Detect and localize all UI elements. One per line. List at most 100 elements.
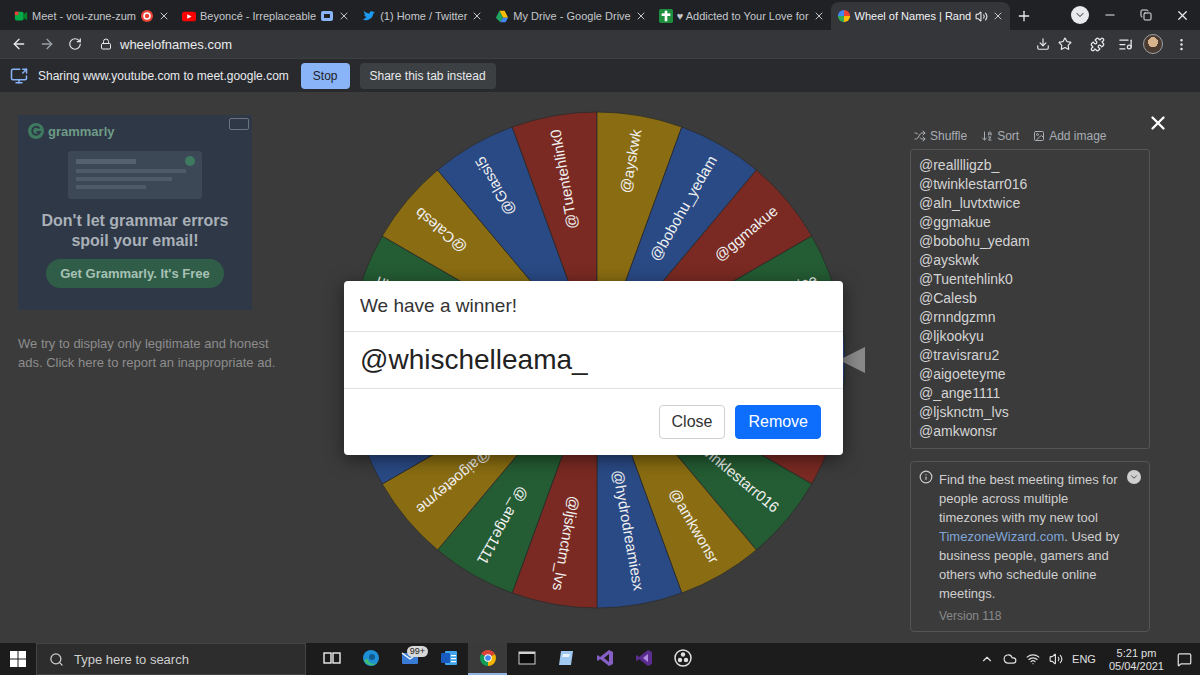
audio-playing-icon[interactable] — [975, 10, 988, 23]
taskbar-app[interactable] — [429, 643, 468, 675]
profile-button[interactable] — [1142, 33, 1164, 55]
taskbar-app[interactable] — [507, 643, 546, 675]
clock-date: 05/04/2021 — [1109, 660, 1164, 672]
plus-icon — [1016, 8, 1032, 24]
reload-icon — [68, 37, 82, 51]
ad-note[interactable]: We try to display only legitimate and ho… — [18, 334, 286, 372]
screen-share-icon — [10, 67, 28, 85]
taskbar-app[interactable] — [663, 643, 702, 675]
entry-line: @rnndgzmn — [919, 308, 1141, 327]
share-this-tab-button[interactable]: Share this tab instead — [360, 63, 496, 89]
entry-line: @ljkookyu — [919, 327, 1141, 346]
info-toggle-button[interactable] — [1127, 470, 1141, 484]
forward-button[interactable] — [36, 33, 58, 55]
address-bar: wheelofnames.com — [0, 30, 1200, 58]
taskbar-app[interactable] — [585, 643, 624, 675]
reload-button[interactable] — [64, 33, 86, 55]
winner-name: @whischelleama_ — [344, 331, 843, 389]
tab-close-button[interactable] — [338, 10, 350, 22]
wheel-slice-label: @Glassi5 — [471, 154, 518, 219]
tab-label: (1) Home / Twitter — [380, 9, 467, 23]
entry-line: @travisraru2 — [919, 346, 1141, 365]
taskbar-app[interactable] — [624, 643, 663, 675]
close-window-button[interactable] — [1164, 0, 1200, 30]
wheel-slice-label: @hydrodreamiesx — [610, 469, 648, 593]
tab-search-button[interactable] — [1068, 0, 1092, 30]
extensions-button[interactable] — [1086, 33, 1108, 55]
cross-favicon-icon — [659, 9, 673, 23]
taskbar-search[interactable]: Type here to search — [36, 643, 306, 675]
ad-brand: grammarly — [48, 124, 114, 139]
dialog-button[interactable]: Close — [659, 405, 726, 439]
info-box: Find the best meeting times for people a… — [910, 461, 1150, 632]
language-indicator[interactable]: ENG — [1072, 653, 1096, 665]
browser-tab[interactable]: Wheel of Names | Rand — [831, 2, 1011, 30]
entry-line: @ggmakue — [919, 213, 1141, 232]
youtube-favicon-icon — [182, 9, 196, 23]
chevron-up-icon[interactable] — [980, 652, 994, 666]
browser-tab[interactable]: (1) Home / Twitter — [356, 2, 489, 30]
browser-tab[interactable]: My Drive - Google Drive — [489, 2, 652, 30]
tab-close-button[interactable] — [992, 10, 1004, 22]
image-icon — [1033, 130, 1045, 142]
star-icon[interactable] — [1058, 37, 1072, 51]
new-tab-button[interactable] — [1010, 2, 1038, 30]
menu-button[interactable] — [1170, 33, 1192, 55]
ad-cta-button[interactable]: Get Grammarly. It's Free — [46, 259, 224, 288]
dialog-footer: Close Remove — [344, 389, 843, 455]
media-control-button[interactable] — [1114, 33, 1136, 55]
close-icon — [813, 10, 825, 22]
taskbar-app[interactable]: 99+ — [390, 643, 429, 675]
wheel-slice-label: @ljsknctm_lvs — [550, 495, 583, 593]
entry-line: @aigoeteyme — [919, 365, 1141, 384]
wheel-slice-label: @amkwonsr — [666, 485, 723, 566]
close-icon — [338, 10, 350, 22]
tab-close-button[interactable] — [635, 10, 647, 22]
taskbar-app[interactable] — [351, 643, 390, 675]
cloud-icon[interactable] — [1003, 652, 1017, 666]
overlay-close-button[interactable] — [1147, 112, 1169, 134]
restore-button[interactable] — [1128, 0, 1164, 30]
media-list-icon — [1118, 37, 1133, 52]
omnibox[interactable]: wheelofnames.com — [92, 32, 1080, 56]
taskbar-app[interactable] — [546, 643, 585, 675]
wifi-icon[interactable] — [1026, 652, 1040, 666]
stop-sharing-button[interactable]: Stop — [301, 63, 350, 89]
notifications-icon[interactable] — [1177, 652, 1192, 667]
page: grammarlyDon't let grammar errors spoil … — [0, 92, 1200, 643]
tab-close-button[interactable] — [471, 10, 483, 22]
minimize-button[interactable] — [1092, 0, 1128, 30]
back-button[interactable] — [8, 33, 30, 55]
ad-choices-icon[interactable] — [229, 118, 249, 130]
start-button[interactable] — [0, 643, 36, 675]
taskbar-app[interactable] — [312, 643, 351, 675]
chevron-down-icon — [1074, 9, 1086, 21]
browser-tab[interactable]: ♥ Addicted to Your Love for — [653, 2, 831, 30]
browser-tab[interactable]: Beyoncé - Irreplaceable — [176, 2, 356, 30]
entries-tool-button[interactable]: Shuffle — [914, 129, 967, 143]
close-icon — [471, 10, 483, 22]
timezone-link[interactable]: TimezoneWizard.com — [939, 529, 1064, 544]
entries-toolbar: Shuffle Sort Add image — [910, 127, 1200, 145]
entries-tool-button[interactable]: Add image — [1033, 129, 1106, 143]
close-icon — [992, 10, 1004, 22]
entries-textbox[interactable]: @realllligzb_@twinklestarr016@aln_luvtxt… — [910, 149, 1150, 449]
terminal-icon — [517, 648, 537, 668]
tab-close-button[interactable] — [158, 10, 170, 22]
info-text: Find the best meeting times for people a… — [939, 470, 1121, 603]
ad-banner[interactable]: grammarlyDon't let grammar errors spoil … — [18, 115, 252, 310]
volume-icon[interactable] — [1049, 652, 1063, 666]
wheel-slice-label: @ggmakue — [711, 202, 781, 264]
browser-tab[interactable]: Meet - vou-zune-zum — [8, 2, 176, 30]
wheel-slice-label: @Calesb — [411, 204, 469, 257]
clock[interactable]: 5:21 pm05/04/2021 — [1105, 647, 1168, 672]
recording-icon — [140, 9, 154, 23]
taskbar-app[interactable] — [468, 643, 507, 675]
screen: Meet - vou-zune-zumBeyoncé - Irreplaceab… — [0, 0, 1200, 675]
info-body: Find the best meeting times for people a… — [939, 470, 1121, 623]
tab-close-button[interactable] — [813, 10, 825, 22]
dialog-button[interactable]: Remove — [735, 405, 821, 439]
entry-line: @ljsknctm_lvs — [919, 403, 1141, 422]
install-icon[interactable] — [1036, 37, 1050, 51]
entries-tool-button[interactable]: Sort — [981, 129, 1019, 143]
